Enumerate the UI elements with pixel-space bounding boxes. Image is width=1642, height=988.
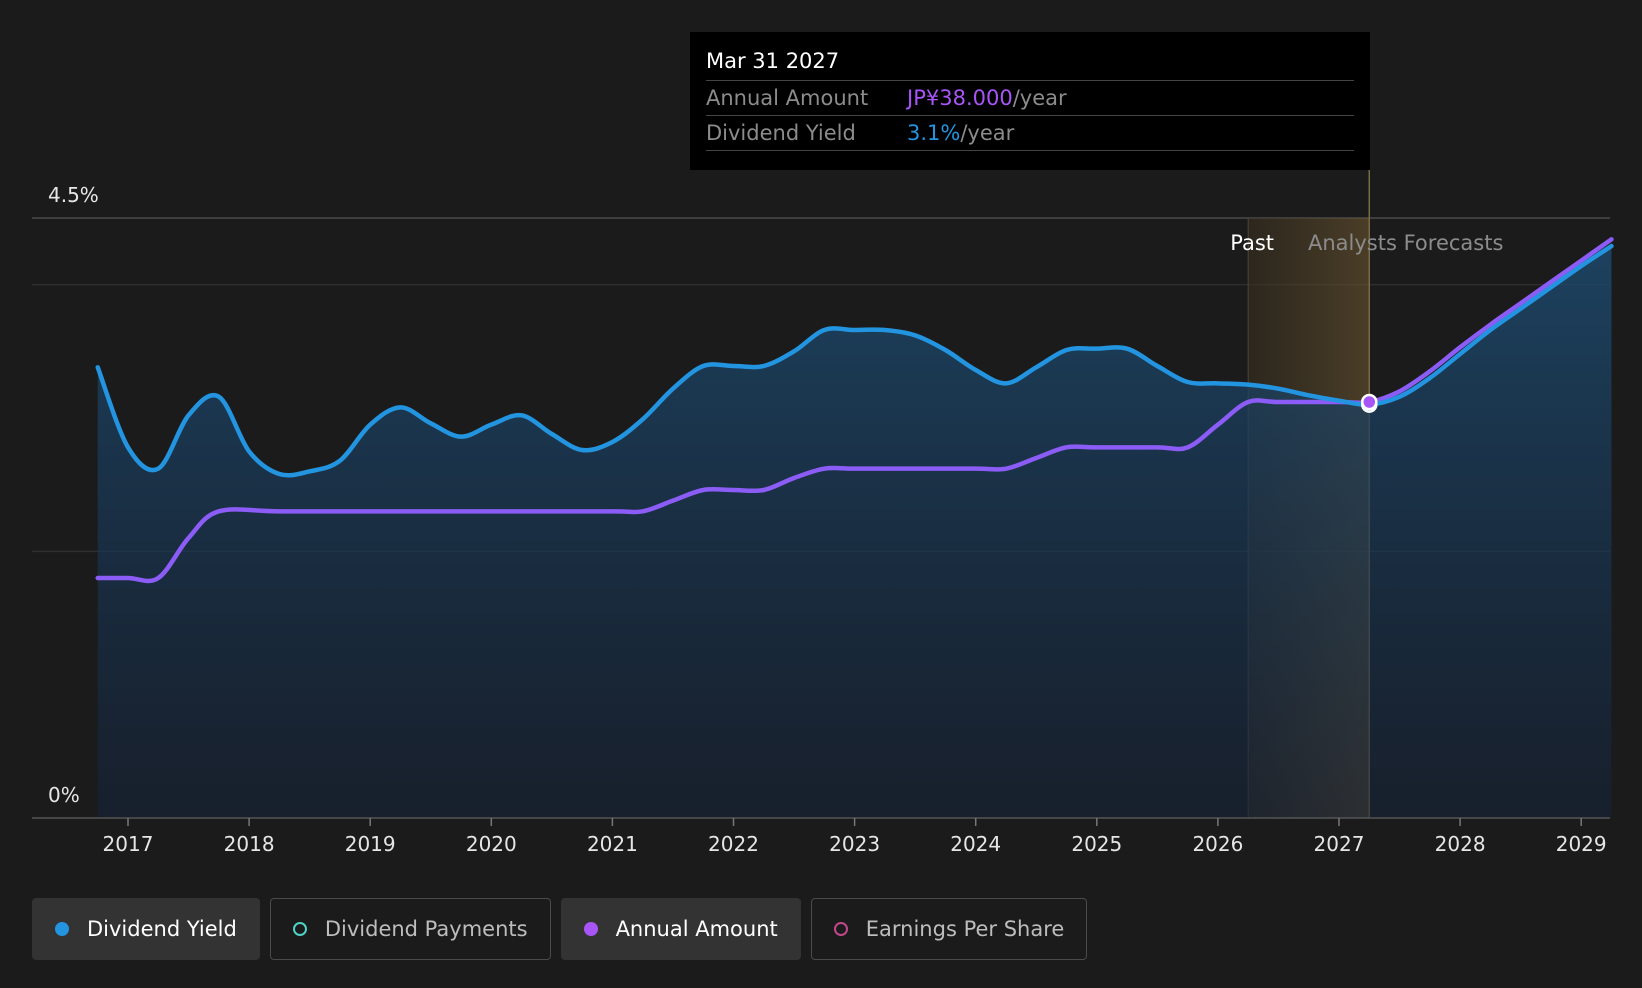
past-label: Past [1230,231,1274,255]
tooltip-amount-value: JP¥38.000 [907,86,1013,110]
x-axis: 2017 2018 2019 2020 2021 2022 2023 2024 2025 2026… [32,817,1610,856]
x-tick-label: 2029 [1556,832,1607,856]
earnings-per-share-dot-icon [833,922,848,936]
dividend-payments-dot-icon [292,922,307,936]
tooltip-yield-value: 3.1% [907,121,961,145]
x-tick-label: 2028 [1435,832,1486,856]
tooltip-row-yield: Dividend Yield 3.1%/year [706,116,1354,151]
legend-annual-amount[interactable]: Annual Amount [560,898,801,960]
forecast-label: Analysts Forecasts [1308,231,1503,255]
x-tick-label: 2026 [1192,832,1243,856]
tooltip-amount-label: Annual Amount [706,86,869,110]
x-tick-label: 2019 [345,832,396,856]
legend: Dividend Yield Dividend Payments Annual … [32,898,1088,960]
tooltip-row-amount: Annual Amount JP¥38.000/year [706,81,1354,116]
legend-earnings-per-share[interactable]: Earnings Per Share [810,898,1088,960]
tooltip-yield-unit: /year [960,121,1015,145]
x-tick-label: 2022 [708,832,759,856]
tooltip-amount-unit: /year [1012,86,1067,110]
tooltip: Mar 31 2027 Annual Amount JP¥38.000/year… [690,32,1370,170]
x-tick-label: 2017 [103,832,154,856]
tooltip-yield-label: Dividend Yield [706,121,856,145]
x-tick-label: 2025 [1071,832,1122,856]
legend-dividend-yield[interactable]: Dividend Yield [32,898,260,960]
x-tick-label: 2027 [1314,832,1365,856]
highlight-markers [1361,393,1378,413]
y-tick-bottom: 0% [48,783,80,807]
legend-dividend-payments[interactable]: Dividend Payments [269,898,551,960]
x-tick-label: 2020 [466,832,517,856]
annual-amount-dot-icon [583,922,598,936]
x-tick-label: 2021 [587,832,638,856]
x-tick-label: 2018 [224,832,275,856]
legend-label: Earnings Per Share [865,917,1065,941]
x-tick-label: 2024 [950,832,1001,856]
x-tick-label: 2023 [829,832,880,856]
legend-label: Dividend Payments [324,917,528,941]
y-tick-top: 4.5% [48,183,99,207]
annual-amount-marker [1361,393,1378,411]
tooltip-date: Mar 31 2027 [706,46,1354,81]
legend-label: Annual Amount [615,917,778,941]
dividend-yield-dot-icon [55,922,69,936]
legend-label: Dividend Yield [87,917,237,941]
